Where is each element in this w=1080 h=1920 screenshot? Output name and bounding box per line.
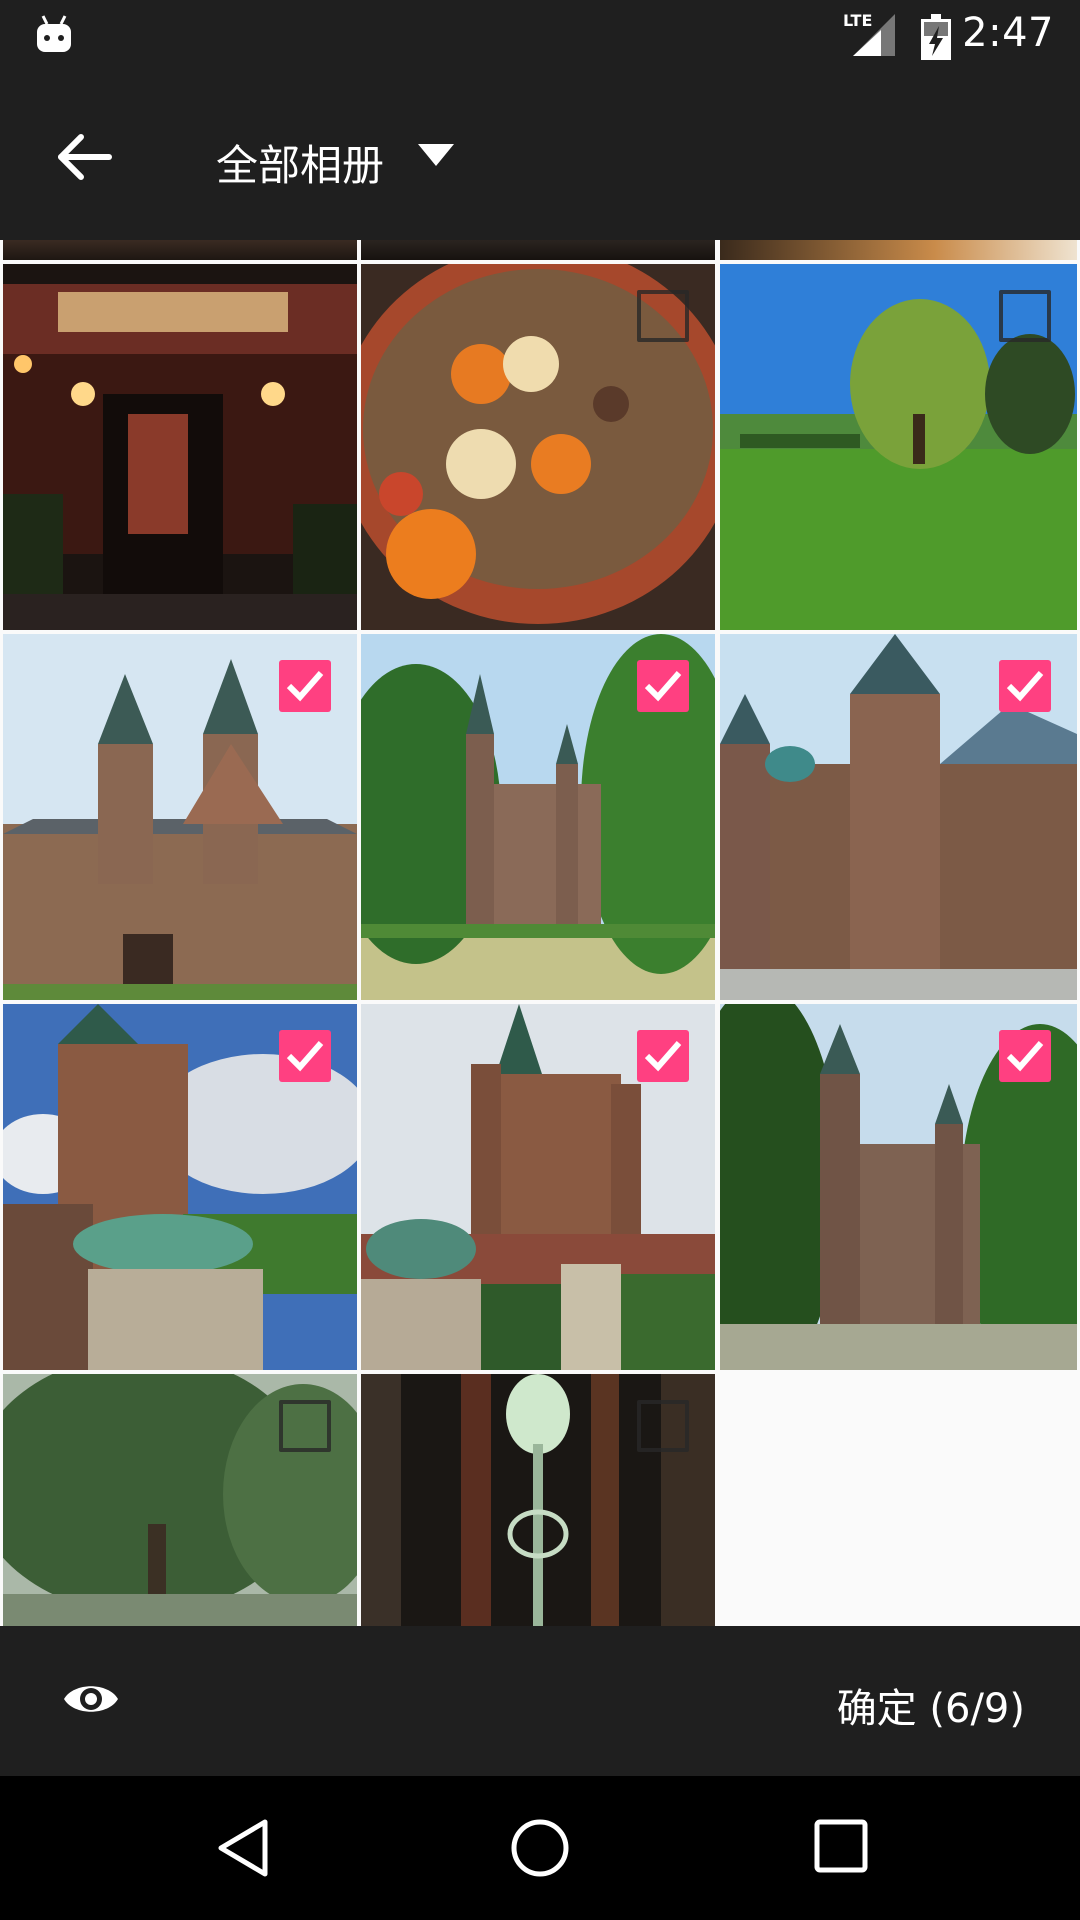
- photo-tile[interactable]: [720, 264, 1077, 630]
- nav-back-icon[interactable]: [215, 1818, 271, 1878]
- photo-tile[interactable]: [3, 1004, 357, 1370]
- select-checkbox[interactable]: [279, 1030, 331, 1082]
- nav-home-icon[interactable]: [510, 1818, 570, 1878]
- select-checkbox[interactable]: [637, 1030, 689, 1082]
- select-checkbox[interactable]: [999, 290, 1051, 342]
- select-checkbox[interactable]: [279, 660, 331, 712]
- photo-tile[interactable]: [361, 1374, 715, 1626]
- partial-photo[interactable]: [720, 240, 1077, 260]
- photo-tile[interactable]: [3, 1374, 357, 1626]
- checkmark-icon: [1006, 671, 1044, 702]
- photo-tile[interactable]: [361, 264, 715, 630]
- partial-photo[interactable]: [361, 240, 715, 260]
- svg-text:LTE: LTE: [843, 11, 872, 30]
- battery-charging-icon: [921, 14, 951, 60]
- select-checkbox[interactable]: [637, 660, 689, 712]
- album-dropdown-title[interactable]: 全部相册: [216, 132, 384, 193]
- clock: 2:47: [962, 10, 1054, 56]
- checkmark-icon: [644, 671, 682, 702]
- photo-grid[interactable]: [0, 240, 1080, 1626]
- lte-signal-icon: LTE: [843, 11, 895, 56]
- preview-eye-icon[interactable]: [62, 1678, 120, 1720]
- checkmark-icon: [286, 671, 324, 702]
- restaurant-photo: [3, 264, 357, 630]
- app-bar: 全部相册: [0, 72, 1080, 240]
- select-checkbox[interactable]: [637, 1400, 689, 1452]
- android-notification-icon: [37, 15, 71, 52]
- status-bar: LTE 2:47: [0, 0, 1080, 72]
- photo-tile[interactable]: [3, 264, 357, 630]
- select-checkbox[interactable]: [999, 660, 1051, 712]
- back-arrow-icon[interactable]: [55, 132, 113, 182]
- system-navigation-bar: [0, 1776, 1080, 1920]
- photo-tile[interactable]: [361, 1004, 715, 1370]
- partial-photo[interactable]: [3, 240, 357, 260]
- photo-tile[interactable]: [361, 634, 715, 1000]
- photo-tile[interactable]: [720, 1004, 1077, 1370]
- select-checkbox[interactable]: [279, 1400, 331, 1452]
- nav-recents-icon[interactable]: [813, 1818, 869, 1874]
- photo-tile[interactable]: [720, 634, 1077, 1000]
- dropdown-caret-icon[interactable]: [416, 142, 456, 168]
- checkmark-icon: [286, 1041, 324, 1072]
- photo-tile[interactable]: [3, 634, 357, 1000]
- select-checkbox[interactable]: [999, 1030, 1051, 1082]
- select-checkbox[interactable]: [637, 290, 689, 342]
- checkmark-icon: [1006, 1041, 1044, 1072]
- bottom-action-bar: 确定 (6/9): [0, 1626, 1080, 1776]
- checkmark-icon: [644, 1041, 682, 1072]
- confirm-button[interactable]: 确定 (6/9): [837, 1676, 1025, 1734]
